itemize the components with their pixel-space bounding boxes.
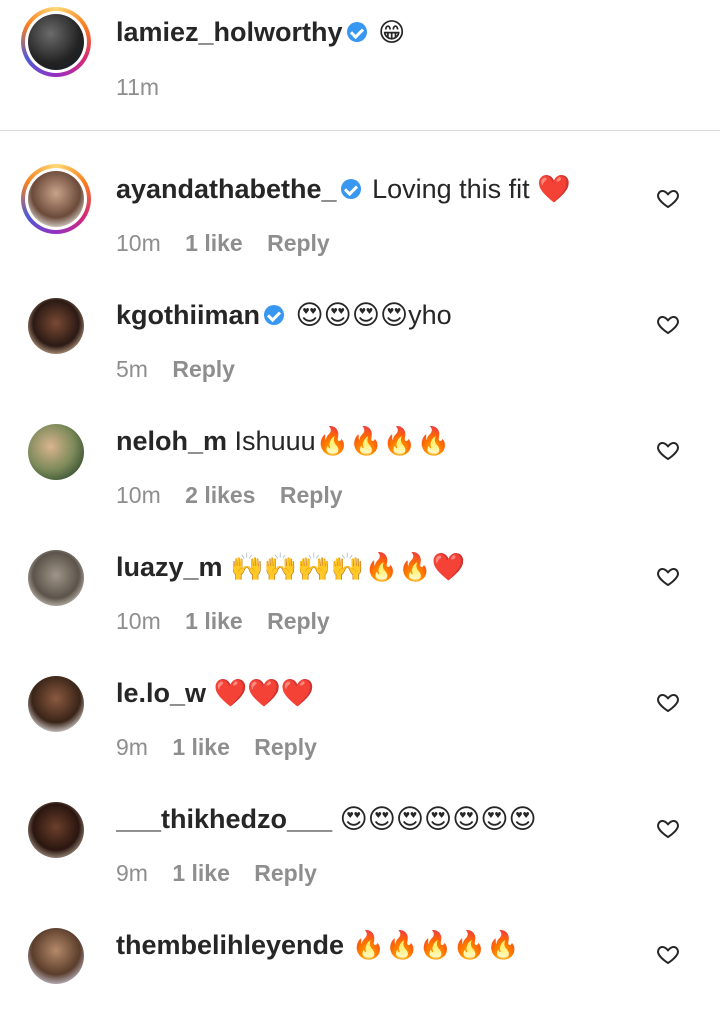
comment-row: thembelihleyende 🔥🔥🔥🔥🔥 (0, 887, 720, 1013)
comment-meta: 10m 1 like Reply (116, 228, 348, 258)
heart-outline-icon[interactable] (656, 186, 680, 210)
caption-line: lamiez_holworthy 😁 (116, 15, 630, 50)
comment-likes[interactable]: 1 like (185, 230, 243, 256)
caption-avatar[interactable] (21, 7, 91, 77)
comment-username[interactable]: kgothiiman (116, 300, 260, 330)
comment-timestamp: 10m (116, 230, 161, 256)
comment-timestamp: 5m (116, 356, 148, 382)
comment-timestamp: 10m (116, 482, 161, 508)
heart-outline-icon[interactable] (656, 438, 680, 462)
commenter-avatar[interactable] (28, 550, 84, 606)
comment-timestamp: 9m (116, 734, 148, 760)
caption-text: 😁 (378, 18, 406, 48)
comment-likes[interactable]: 1 like (172, 860, 230, 886)
verified-badge-icon (264, 304, 285, 325)
comment-timestamp: 10m (116, 608, 161, 634)
comment-line: luazy_m 🙌🙌🙌🙌🔥🔥❤️ (116, 550, 630, 584)
commenter-avatar[interactable] (28, 298, 84, 354)
comment-row: ayandathabethe_ Loving this fit ❤️ 10m 1… (0, 131, 720, 257)
comment-username[interactable]: ayandathabethe_ (116, 174, 337, 204)
commenter-avatar[interactable] (28, 676, 84, 732)
comment-text: 😍😍😍😍😍😍😍 (339, 804, 537, 834)
reply-button[interactable]: Reply (172, 356, 235, 382)
comment-row: ___thikhedzo___ 😍😍😍😍😍😍😍 9m 1 like Reply (0, 761, 720, 887)
comment-text: 🙌🙌🙌🙌🔥🔥❤️ (230, 552, 466, 582)
comment-meta: 9m 1 like Reply (116, 858, 335, 888)
verified-badge-icon (340, 178, 361, 199)
commenter-avatar[interactable] (28, 424, 84, 480)
comment-row: kgothiiman 😍😍😍😍yho 5m Reply (0, 257, 720, 383)
comment-line: ___thikhedzo___ 😍😍😍😍😍😍😍 (116, 802, 630, 836)
comment-username[interactable]: neloh_m (116, 426, 227, 456)
comment-meta: 10m 2 likes Reply (116, 480, 361, 510)
comment-row: neloh_m Ishuuu🔥🔥🔥🔥 10m 2 likes Reply (0, 383, 720, 509)
comment-text: Ishuuu🔥🔥🔥🔥 (234, 426, 451, 456)
comment-likes[interactable]: 2 likes (185, 482, 255, 508)
comment-line: le.lo_w ❤️❤️❤️ (116, 676, 630, 710)
heart-outline-icon[interactable] (656, 816, 680, 840)
reply-button[interactable]: Reply (267, 230, 330, 256)
heart-outline-icon[interactable] (656, 312, 680, 336)
reply-button[interactable]: Reply (254, 734, 317, 760)
comment-meta: 10m 1 like Reply (116, 606, 348, 636)
comment-text: 🔥🔥🔥🔥🔥 (351, 930, 520, 960)
reply-button[interactable]: Reply (254, 860, 317, 886)
comment-likes[interactable]: 1 like (185, 608, 243, 634)
comment-text: ❤️❤️❤️ (213, 678, 315, 708)
caption-timestamp: 11m (116, 74, 160, 100)
comment-line: ayandathabethe_ Loving this fit ❤️ (116, 172, 630, 206)
comment-row: le.lo_w ❤️❤️❤️ 9m 1 like Reply (0, 635, 720, 761)
comment-timestamp: 9m (116, 860, 148, 886)
comment-likes[interactable]: 1 like (172, 734, 230, 760)
comment-username[interactable]: le.lo_w (116, 678, 206, 708)
comment-username[interactable]: luazy_m (116, 552, 223, 582)
comment-line: kgothiiman 😍😍😍😍yho (116, 298, 630, 332)
commenter-avatar[interactable] (21, 164, 91, 234)
post-caption: lamiez_holworthy 😁 11m (0, 0, 720, 131)
comment-meta: 9m 1 like Reply (116, 732, 335, 762)
heart-outline-icon[interactable] (656, 690, 680, 714)
caption-username[interactable]: lamiez_holworthy (116, 17, 343, 47)
heart-outline-icon[interactable] (656, 564, 680, 588)
comment-text: 😍😍😍😍yho (295, 300, 452, 330)
comment-row: luazy_m 🙌🙌🙌🙌🔥🔥❤️ 10m 1 like Reply (0, 509, 720, 635)
comment-text: Loving this fit ❤️ (372, 174, 571, 204)
comment-username[interactable]: ___thikhedzo___ (116, 804, 332, 834)
commenter-avatar[interactable] (28, 802, 84, 858)
comment-line: neloh_m Ishuuu🔥🔥🔥🔥 (116, 424, 630, 458)
comment-meta: 5m Reply (116, 354, 253, 384)
reply-button[interactable]: Reply (267, 608, 330, 634)
comment-line: thembelihleyende 🔥🔥🔥🔥🔥 (116, 928, 630, 962)
verified-badge-icon (346, 21, 367, 42)
reply-button[interactable]: Reply (280, 482, 343, 508)
caption-meta: 11m (116, 72, 177, 102)
comment-username[interactable]: thembelihleyende (116, 930, 344, 960)
heart-outline-icon[interactable] (656, 942, 680, 966)
commenter-avatar[interactable] (28, 928, 84, 984)
